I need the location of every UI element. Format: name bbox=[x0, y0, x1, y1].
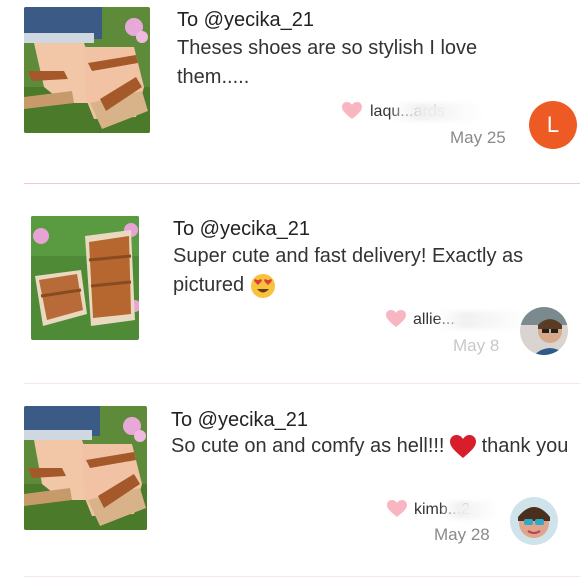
reviewer-avatar[interactable] bbox=[510, 497, 558, 545]
review-item: To @yecika_21 Super cute and fast delive… bbox=[0, 184, 580, 384]
heart-icon[interactable] bbox=[387, 500, 407, 518]
review-date: May 25 bbox=[450, 128, 506, 147]
review-recipient: To @yecika_21 bbox=[177, 9, 315, 31]
review-message-text: So cute on and comfy as hell!!! bbox=[171, 435, 445, 457]
review-message-text: Super cute and fast delivery! Exactly as… bbox=[173, 245, 524, 296]
username-blur bbox=[392, 103, 484, 121]
review-photo[interactable] bbox=[31, 216, 139, 340]
heart-icon[interactable] bbox=[342, 102, 362, 120]
heart-eyes-emoji-icon bbox=[250, 273, 275, 298]
heart-icon[interactable] bbox=[386, 310, 406, 328]
divider bbox=[24, 576, 580, 577]
avatar-letter: L bbox=[546, 112, 560, 137]
review-item: To @yecika_21 So cute on and comfy as he… bbox=[0, 384, 580, 580]
review-message: Theses shoes are so stylish I love them.… bbox=[177, 37, 478, 88]
review-message: So cute on and comfy as hell!!! thank yo… bbox=[171, 432, 571, 461]
review-recipient: To @yecika_21 bbox=[173, 218, 311, 240]
username-blur bbox=[438, 311, 528, 329]
review-item: To @yecika_21 Theses shoes are so stylis… bbox=[0, 0, 580, 184]
review-message-text: thank you bbox=[481, 435, 569, 457]
review-photo[interactable] bbox=[24, 406, 147, 530]
reviewer-avatar[interactable]: L bbox=[529, 101, 577, 149]
red-heart-emoji-icon bbox=[450, 434, 477, 458]
username-blur bbox=[442, 501, 498, 519]
review-date: May 28 bbox=[434, 525, 490, 544]
reviewer-avatar[interactable] bbox=[520, 307, 568, 355]
review-recipient: To @yecika_21 bbox=[171, 409, 309, 431]
review-date: May 8 bbox=[453, 336, 500, 355]
review-photo[interactable] bbox=[24, 7, 150, 133]
review-message: Super cute and fast delivery! Exactly as… bbox=[173, 242, 563, 300]
